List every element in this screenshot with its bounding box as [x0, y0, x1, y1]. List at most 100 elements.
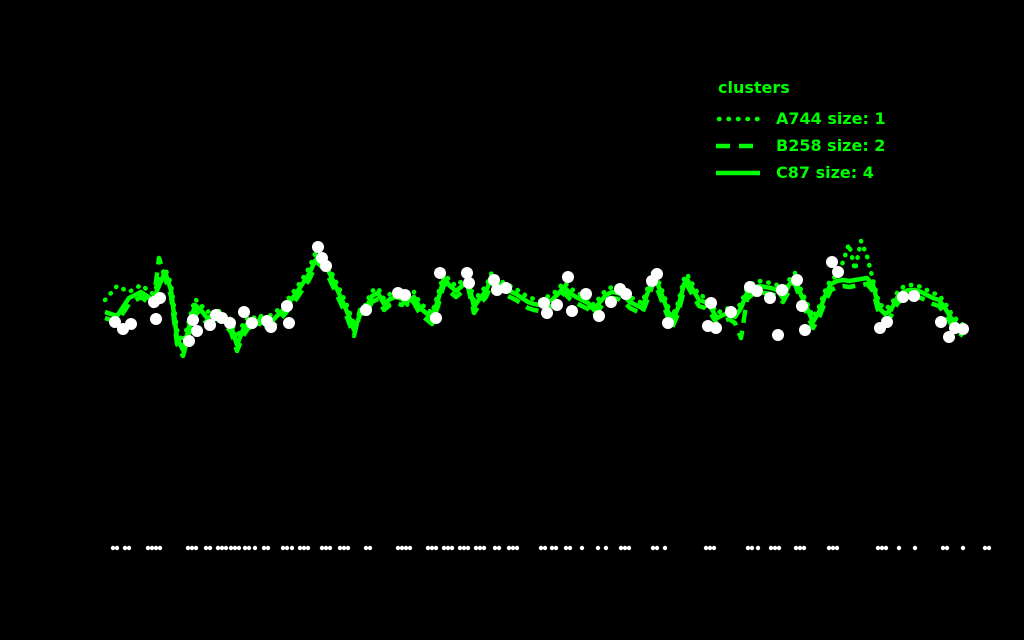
rug-point [618, 545, 624, 551]
data-point [312, 241, 324, 253]
rug-point [579, 545, 585, 551]
rug-point [445, 545, 451, 551]
dashed-line-icon [716, 143, 760, 148]
rug-point [650, 545, 656, 551]
rug-point [826, 545, 832, 551]
rug-point [345, 545, 351, 551]
data-point [283, 317, 295, 329]
rug-point [749, 545, 755, 551]
data-point [430, 312, 442, 324]
data-point [957, 323, 969, 335]
rug-point [149, 545, 155, 551]
rug-point [896, 545, 902, 551]
rug-point [801, 545, 807, 551]
rug-point [219, 545, 225, 551]
rug-point [341, 545, 347, 551]
rug-point [603, 545, 609, 551]
legend: clusters A744 size: 1 B258 size: 2 C87 s… [716, 78, 886, 186]
data-point [187, 314, 199, 326]
rug-point [252, 545, 258, 551]
data-point [705, 297, 717, 309]
legend-item-b258: B258 size: 2 [716, 132, 886, 159]
data-point [620, 288, 632, 300]
data-point [238, 306, 250, 318]
data-point [776, 284, 788, 296]
rug-point [506, 545, 512, 551]
rug-point [567, 545, 573, 551]
rug-point [457, 545, 463, 551]
rug-point [986, 545, 992, 551]
legend-label-a744: A744 size: 1 [776, 109, 886, 128]
rug-point [126, 545, 132, 551]
dotted-line-icon [716, 116, 760, 121]
rug-point [207, 545, 213, 551]
rug-point [563, 545, 569, 551]
rug-point [114, 545, 120, 551]
rug-point [940, 545, 946, 551]
data-point [935, 316, 947, 328]
data-point [751, 285, 763, 297]
rug-point [157, 545, 163, 551]
rug-point [510, 545, 516, 551]
data-point [500, 282, 512, 294]
rug-point [145, 545, 151, 551]
rug-point [549, 545, 555, 551]
rug-point [514, 545, 520, 551]
data-point [826, 256, 838, 268]
rug-point [703, 545, 709, 551]
rug-point [246, 545, 252, 551]
rug-point [236, 545, 242, 551]
rug-point [711, 545, 717, 551]
data-point [265, 321, 277, 333]
rug-point [367, 545, 373, 551]
data-point [281, 300, 293, 312]
data-point [360, 304, 372, 316]
data-point [791, 274, 803, 286]
rug-point [960, 545, 966, 551]
rug-point [465, 545, 471, 551]
rug-point [473, 545, 479, 551]
rug-point [622, 545, 628, 551]
data-point [224, 317, 236, 329]
rug-point [793, 545, 799, 551]
data-point [725, 306, 737, 318]
data-point [320, 260, 332, 272]
rug-point [772, 545, 778, 551]
data-point [662, 317, 674, 329]
rug-point [242, 545, 248, 551]
rug-point [542, 545, 548, 551]
rug-point [449, 545, 455, 551]
rug-point [496, 545, 502, 551]
rug-point [477, 545, 483, 551]
data-point [562, 271, 574, 283]
data-point [764, 292, 776, 304]
rug-point [265, 545, 271, 551]
rug-point [492, 545, 498, 551]
rug-point [407, 545, 413, 551]
rug-point [319, 545, 325, 551]
data-point [463, 277, 475, 289]
legend-label-c87: C87 size: 4 [776, 163, 874, 182]
data-point [832, 266, 844, 278]
rug-point [441, 545, 447, 551]
rug-point [189, 545, 195, 551]
rug-point [433, 545, 439, 551]
rug-point [662, 545, 668, 551]
rug-point [301, 545, 307, 551]
rug-point [745, 545, 751, 551]
data-point [551, 299, 563, 311]
rug-point [768, 545, 774, 551]
rug-point [425, 545, 431, 551]
rug-point [626, 545, 632, 551]
rug-point [395, 545, 401, 551]
rug-point [461, 545, 467, 551]
rug-point [153, 545, 159, 551]
rug-point [399, 545, 405, 551]
data-point [461, 267, 473, 279]
rug-point [110, 545, 116, 551]
rug-point [327, 545, 333, 551]
rug-point [403, 545, 409, 551]
rug-point [122, 545, 128, 551]
rug-point [982, 545, 988, 551]
data-point [183, 335, 195, 347]
